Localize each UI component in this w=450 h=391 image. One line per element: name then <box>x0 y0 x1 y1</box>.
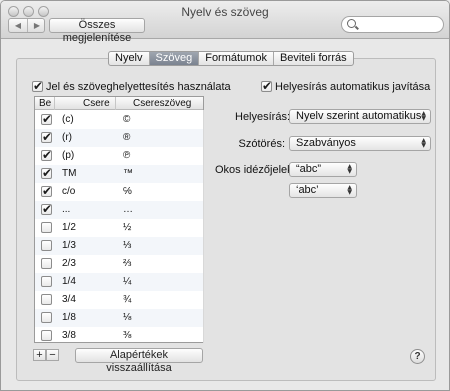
column-header-on[interactable]: Be <box>35 97 55 110</box>
table-row[interactable]: 2/3 ⅔ <box>35 255 203 273</box>
word-break-popup[interactable]: Szabványos ▲ ▼ <box>289 136 431 151</box>
with-cell[interactable]: ⅔ <box>123 258 131 269</box>
with-cell[interactable]: ℅ <box>123 186 132 197</box>
row-enabled-checkbox[interactable] <box>41 166 52 180</box>
back-button[interactable]: ◀ <box>9 19 27 32</box>
with-cell[interactable]: ½ <box>123 222 131 233</box>
table-row[interactable]: 3/4 ¾ <box>35 291 203 309</box>
replace-cell[interactable]: 1/2 <box>62 222 76 233</box>
table-row[interactable]: 1/4 ¼ <box>35 273 203 291</box>
row-enabled-checkbox[interactable] <box>41 222 52 233</box>
with-cell[interactable]: ⅓ <box>123 240 131 251</box>
smart-quotes-label: Okos idézőjelek: <box>215 164 296 176</box>
popup-arrows-icon: ▲ ▼ <box>421 110 426 122</box>
replace-cell[interactable]: 1/8 <box>62 312 76 323</box>
with-cell[interactable]: ⅜ <box>123 330 131 341</box>
tab-language[interactable]: Nyelv <box>109 52 150 65</box>
replace-cell[interactable]: TM <box>62 168 76 179</box>
replace-cell[interactable]: 2/3 <box>62 258 76 269</box>
tab-bar: Nyelv Szöveg Formátumok Beviteli forrás <box>108 51 354 66</box>
double-quotes-value: “abc” <box>296 163 322 175</box>
table-row[interactable]: 1/2 ½ <box>35 219 203 237</box>
row-enabled-checkbox[interactable] <box>41 330 52 341</box>
with-cell[interactable]: ¾ <box>123 294 131 305</box>
use-substitution-checkbox[interactable] <box>32 79 43 93</box>
with-cell[interactable]: ¼ <box>123 276 131 287</box>
column-divider <box>203 110 204 343</box>
row-enabled-checkbox[interactable] <box>41 184 52 198</box>
row-enabled-checkbox[interactable] <box>41 276 52 287</box>
help-button[interactable]: ? <box>410 349 425 364</box>
auto-spelling-label: Helyesírás automatikus javítása <box>275 81 431 93</box>
single-quotes-value: ‘abc’ <box>296 184 319 196</box>
auto-spelling-checkbox[interactable] <box>261 79 272 93</box>
search-field[interactable] <box>341 16 444 33</box>
replace-cell[interactable]: 1/3 <box>62 240 76 251</box>
table-row[interactable]: 1/3 ⅓ <box>35 237 203 255</box>
with-cell[interactable]: © <box>123 114 130 125</box>
row-enabled-checkbox[interactable] <box>41 258 52 269</box>
column-header-with[interactable]: Csereszöveg <box>116 97 203 110</box>
table-row[interactable]: TM ™ <box>35 165 203 183</box>
table-row[interactable]: (p) ℗ <box>35 147 203 165</box>
word-break-label: Szótörés: <box>238 138 285 150</box>
replace-cell[interactable]: (c) <box>62 114 74 125</box>
forward-button[interactable]: ▶ <box>28 19 46 32</box>
replace-cell[interactable]: (r) <box>62 132 72 143</box>
with-cell[interactable]: ™ <box>123 168 133 179</box>
row-enabled-checkbox[interactable] <box>41 312 52 323</box>
row-enabled-checkbox[interactable] <box>41 148 52 162</box>
title-bar: Nyelv és szöveg ◀ ▶ Összes megjelenítése <box>1 1 449 44</box>
search-icon <box>347 19 356 28</box>
back-forward-control: ◀ ▶ <box>8 18 45 33</box>
tab-formats[interactable]: Formátumok <box>199 52 274 65</box>
column-header-replace[interactable]: Csere <box>55 97 116 110</box>
table-row[interactable]: (c) © <box>35 111 203 129</box>
double-quotes-popup[interactable]: “abc” ▲ ▼ <box>289 162 357 177</box>
replace-cell[interactable]: 3/4 <box>62 294 76 305</box>
replace-cell[interactable]: (p) <box>62 150 74 161</box>
row-enabled-checkbox[interactable] <box>41 294 52 305</box>
spelling-label: Helyesírás: <box>235 111 291 123</box>
replace-cell[interactable]: ... <box>62 204 70 215</box>
tab-input-sources[interactable]: Beviteli forrás <box>274 52 353 65</box>
table-row[interactable]: (r) ® <box>35 129 203 147</box>
with-cell[interactable]: ℗ <box>123 150 130 161</box>
with-cell[interactable]: ⅛ <box>123 312 131 323</box>
spelling-value: Nyelv szerint automatikus <box>296 110 422 122</box>
replace-cell[interactable]: 3/8 <box>62 330 76 341</box>
with-cell[interactable]: … <box>123 204 133 215</box>
spelling-popup[interactable]: Nyelv szerint automatikus ▲ ▼ <box>289 109 431 124</box>
show-all-button[interactable]: Összes megjelenítése <box>49 18 145 44</box>
word-break-value: Szabványos <box>296 137 356 149</box>
replace-cell[interactable]: 1/4 <box>62 276 76 287</box>
with-cell[interactable]: ® <box>123 132 130 143</box>
replace-cell[interactable]: c/o <box>62 186 75 197</box>
row-enabled-checkbox[interactable] <box>41 202 52 216</box>
remove-row-button[interactable]: − <box>46 349 59 361</box>
table-row[interactable]: 3/8 ⅜ <box>35 327 203 342</box>
table-row[interactable]: 1/8 ⅛ <box>35 309 203 327</box>
row-enabled-checkbox[interactable] <box>41 240 52 251</box>
use-substitution-label: Jel és szöveghelyettesítés használata <box>46 81 231 93</box>
add-row-button[interactable]: + <box>33 349 46 361</box>
table-row[interactable]: c/o ℅ <box>35 183 203 201</box>
popup-arrows-icon: ▲ ▼ <box>347 163 352 175</box>
row-enabled-checkbox[interactable] <box>41 112 52 126</box>
popup-arrows-icon: ▲ ▼ <box>347 184 352 196</box>
single-quotes-popup[interactable]: ‘abc’ ▲ ▼ <box>289 183 357 198</box>
table-header: Be Csere Csereszöveg <box>35 97 203 110</box>
row-enabled-checkbox[interactable] <box>41 130 52 144</box>
popup-arrows-icon: ▲ ▼ <box>421 137 426 149</box>
table-row[interactable]: ... … <box>35 201 203 219</box>
tab-text[interactable]: Szöveg <box>149 52 200 65</box>
preferences-window: Nyelv és szöveg ◀ ▶ Összes megjelenítése… <box>0 0 450 391</box>
restore-defaults-button[interactable]: Alapértékek visszaállítása <box>75 348 203 374</box>
substitution-table[interactable]: Be Csere Csereszöveg (c) © (r) ® (p) ℗ TM ™ c/o ℅… <box>34 96 204 343</box>
